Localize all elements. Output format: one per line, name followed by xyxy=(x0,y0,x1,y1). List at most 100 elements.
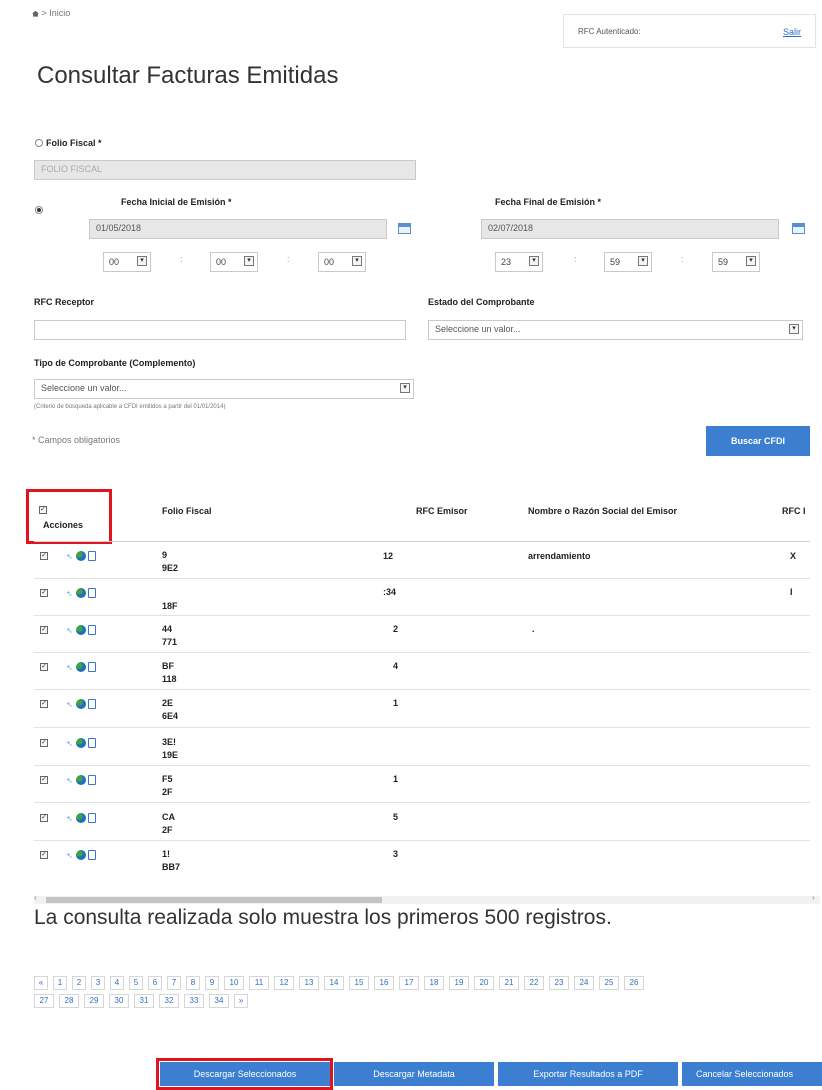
pagination-page[interactable]: 31 xyxy=(134,994,154,1008)
download-metadata-button[interactable]: Descargar Metadata xyxy=(334,1062,494,1086)
send-icon[interactable]: ➴ xyxy=(66,663,73,672)
globe-icon[interactable] xyxy=(76,850,86,860)
pagination-page[interactable]: 19 xyxy=(449,976,469,990)
pagination-page[interactable]: 30 xyxy=(109,994,129,1008)
second-select-final[interactable]: 59 ▾ xyxy=(712,252,760,272)
document-icon[interactable] xyxy=(88,662,96,672)
send-icon[interactable]: ➴ xyxy=(66,739,73,748)
globe-icon[interactable] xyxy=(76,813,86,823)
pagination-next[interactable]: » xyxy=(234,994,248,1008)
pagination-page[interactable]: 6 xyxy=(148,976,162,990)
calendar-icon-inicial[interactable] xyxy=(398,223,411,234)
globe-icon[interactable] xyxy=(76,625,86,635)
globe-icon[interactable] xyxy=(76,738,86,748)
pagination-page[interactable]: 7 xyxy=(167,976,181,990)
pagination-page[interactable]: 21 xyxy=(499,976,519,990)
scroll-thumb[interactable] xyxy=(46,897,382,903)
pagination-page[interactable]: 9 xyxy=(205,976,219,990)
fecha-inicial-field[interactable]: 01/05/2018 xyxy=(89,219,387,239)
fecha-final-field[interactable]: 02/07/2018 xyxy=(481,219,779,239)
globe-icon[interactable] xyxy=(76,775,86,785)
logout-link[interactable]: Salir xyxy=(783,27,801,37)
row-checkbox[interactable]: ✓ xyxy=(40,814,48,822)
pagination-prev[interactable]: « xyxy=(34,976,48,990)
breadcrumb-current[interactable]: Inicio xyxy=(49,8,70,18)
document-icon[interactable] xyxy=(88,625,96,635)
pagination-page[interactable]: 4 xyxy=(110,976,124,990)
pagination-page[interactable]: 32 xyxy=(159,994,179,1008)
pagination-page[interactable]: 22 xyxy=(524,976,544,990)
calendar-icon-final[interactable] xyxy=(792,223,805,234)
pagination-page[interactable]: 27 xyxy=(34,994,54,1008)
row-checkbox[interactable]: ✓ xyxy=(40,663,48,671)
pagination-page[interactable]: 28 xyxy=(59,994,79,1008)
scroll-left-icon[interactable]: ‹ xyxy=(34,893,37,902)
hour-select-final[interactable]: 23 ▾ xyxy=(495,252,543,272)
send-icon[interactable]: ➴ xyxy=(66,851,73,860)
pagination-page[interactable]: 20 xyxy=(474,976,494,990)
send-icon[interactable]: ➴ xyxy=(66,589,73,598)
send-icon[interactable]: ➴ xyxy=(66,814,73,823)
pagination-page[interactable]: 34 xyxy=(209,994,229,1008)
document-icon[interactable] xyxy=(88,699,96,709)
tipo-select[interactable]: Seleccione un valor... ▾ xyxy=(34,379,414,399)
pagination-page[interactable]: 16 xyxy=(374,976,394,990)
horizontal-scrollbar[interactable]: ‹ › xyxy=(34,893,820,904)
row-checkbox[interactable]: ✓ xyxy=(40,851,48,859)
pagination-page[interactable]: 29 xyxy=(84,994,104,1008)
row-checkbox[interactable]: ✓ xyxy=(40,739,48,747)
pagination-page[interactable]: 11 xyxy=(249,976,269,990)
pagination-page[interactable]: 17 xyxy=(399,976,419,990)
pagination-page[interactable]: 10 xyxy=(224,976,244,990)
send-icon[interactable]: ➴ xyxy=(66,552,73,561)
globe-icon[interactable] xyxy=(76,662,86,672)
row-checkbox[interactable]: ✓ xyxy=(40,700,48,708)
pagination-page[interactable]: 24 xyxy=(574,976,594,990)
send-icon[interactable]: ➴ xyxy=(66,626,73,635)
rfc-receptor-input[interactable] xyxy=(34,320,406,340)
document-icon[interactable] xyxy=(88,775,96,785)
pagination-page[interactable]: 15 xyxy=(349,976,369,990)
minute-select-final[interactable]: 59 ▾ xyxy=(604,252,652,272)
row-checkbox[interactable]: ✓ xyxy=(40,776,48,784)
row-divider xyxy=(34,727,810,728)
pagination-page[interactable]: 3 xyxy=(91,976,105,990)
minute-select-inicial[interactable]: 00 ▾ xyxy=(210,252,258,272)
pagination-page[interactable]: 13 xyxy=(299,976,319,990)
pagination-page[interactable]: 14 xyxy=(324,976,344,990)
globe-icon[interactable] xyxy=(76,551,86,561)
pagination-page[interactable]: 2 xyxy=(72,976,86,990)
document-icon[interactable] xyxy=(88,551,96,561)
folio-radio[interactable] xyxy=(35,139,43,147)
document-icon[interactable] xyxy=(88,588,96,598)
home-icon[interactable] xyxy=(32,10,39,17)
document-icon[interactable] xyxy=(88,813,96,823)
pagination-page[interactable]: 23 xyxy=(549,976,569,990)
pagination-page[interactable]: 1 xyxy=(53,976,67,990)
row-checkbox[interactable]: ✓ xyxy=(40,626,48,634)
pagination-page[interactable]: 12 xyxy=(274,976,294,990)
send-icon[interactable]: ➴ xyxy=(66,776,73,785)
document-icon[interactable] xyxy=(88,850,96,860)
pagination-page[interactable]: 25 xyxy=(599,976,619,990)
pagination-page[interactable]: 33 xyxy=(184,994,204,1008)
send-icon[interactable]: ➴ xyxy=(66,700,73,709)
hour-select-inicial[interactable]: 00 ▾ xyxy=(103,252,151,272)
cancel-selected-button[interactable]: Cancelar Seleccionados xyxy=(682,1062,822,1086)
row-checkbox[interactable]: ✓ xyxy=(40,589,48,597)
globe-icon[interactable] xyxy=(76,588,86,598)
globe-icon[interactable] xyxy=(76,699,86,709)
document-icon[interactable] xyxy=(88,738,96,748)
second-select-inicial[interactable]: 00 ▾ xyxy=(318,252,366,272)
pagination-page[interactable]: 26 xyxy=(624,976,644,990)
folio-field[interactable]: FOLIO FISCAL xyxy=(34,160,416,180)
row-checkbox[interactable]: ✓ xyxy=(40,552,48,560)
export-pdf-button[interactable]: Exportar Resultados a PDF xyxy=(498,1062,678,1086)
scroll-right-icon[interactable]: › xyxy=(812,893,815,902)
pagination-page[interactable]: 5 xyxy=(129,976,143,990)
pagination-page[interactable]: 18 xyxy=(424,976,444,990)
fecha-radio[interactable] xyxy=(35,206,43,214)
search-button[interactable]: Buscar CFDI xyxy=(706,426,810,456)
pagination-page[interactable]: 8 xyxy=(186,976,200,990)
estado-select[interactable]: Seleccione un valor... ▾ xyxy=(428,320,803,340)
